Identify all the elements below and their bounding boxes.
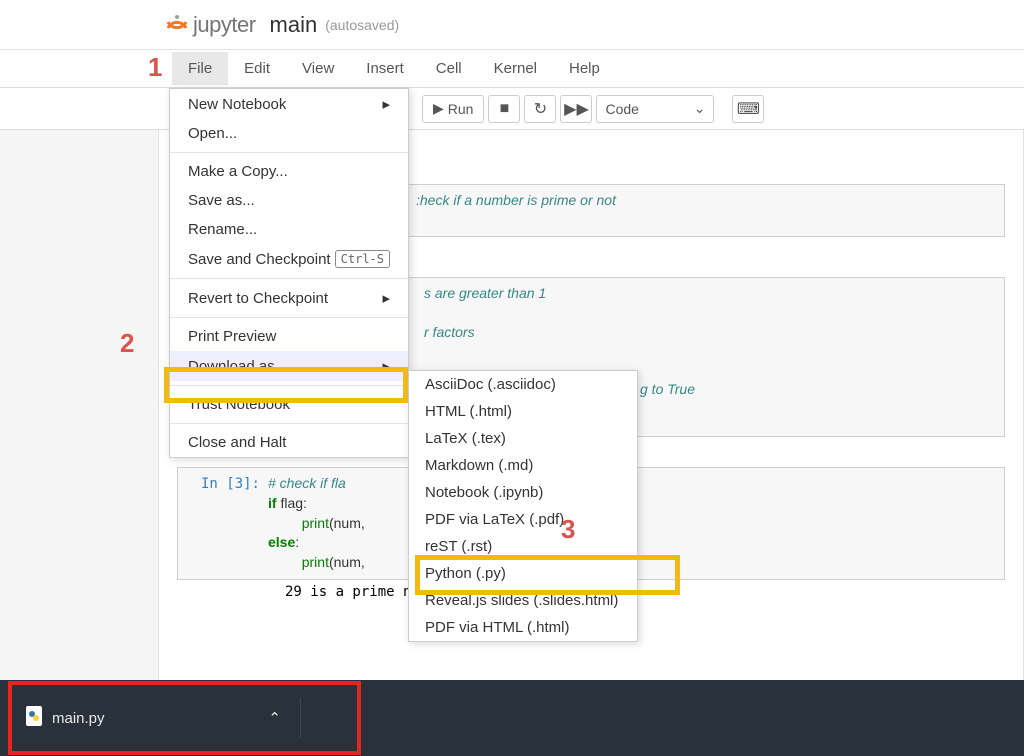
menuitem-download-asciidoc[interactable]: AsciiDoc (.asciidoc)	[409, 371, 637, 398]
run-label: Run	[448, 101, 474, 117]
toolbar: ▶ Run ■ ↻ ▶▶ Code ⌄ ⌨	[0, 88, 1024, 130]
annotation-1: 1	[148, 52, 162, 83]
play-icon: ▶	[433, 100, 444, 117]
chevron-right-icon: ▸	[382, 357, 390, 375]
menuitem-download-pdfhtml[interactable]: PDF via HTML (.html)	[409, 614, 637, 641]
menuitem-download-markdown[interactable]: Markdown (.md)	[409, 452, 637, 479]
separator	[300, 698, 301, 738]
menuitem-save-as[interactable]: Save as...	[170, 186, 408, 215]
menuitem-download-html[interactable]: HTML (.html)	[409, 398, 637, 425]
cell-output: 29 is a prime number	[285, 580, 1005, 604]
menu-help[interactable]: Help	[553, 52, 616, 85]
chevron-down-icon: ⌄	[694, 100, 706, 117]
run-button[interactable]: ▶ Run	[422, 95, 484, 123]
menuitem-revert[interactable]: Revert to Checkpoint▸	[170, 283, 408, 313]
menuitem-download-ipynb[interactable]: Notebook (.ipynb)	[409, 479, 637, 506]
logo-text: jupyter	[193, 12, 256, 38]
logo: jupyter	[165, 12, 256, 38]
stop-icon: ■	[500, 100, 510, 118]
menuitem-download-latex[interactable]: LaTeX (.tex)	[409, 425, 637, 452]
menuitem-rename[interactable]: Rename...	[170, 215, 408, 244]
menu-cell[interactable]: Cell	[420, 52, 478, 85]
autosave-status: (autosaved)	[325, 17, 399, 33]
menu-kernel[interactable]: Kernel	[478, 52, 553, 85]
menuitem-download-as[interactable]: Download as▸	[170, 351, 408, 381]
chevron-right-icon: ▸	[382, 289, 390, 307]
menuitem-download-python[interactable]: Python (.py)	[409, 560, 637, 587]
keyboard-icon: ⌨	[737, 99, 760, 119]
separator	[170, 423, 408, 424]
menuitem-close-halt[interactable]: Close and Halt	[170, 428, 408, 457]
jupyter-icon	[165, 13, 189, 37]
separator	[170, 278, 408, 279]
menu-file[interactable]: File	[172, 52, 228, 85]
menu-insert[interactable]: Insert	[350, 52, 420, 85]
separator	[170, 385, 408, 386]
download-as-submenu: AsciiDoc (.asciidoc) HTML (.html) LaTeX …	[408, 370, 638, 642]
command-palette-button[interactable]: ⌨	[732, 95, 764, 123]
cell-prompt: In [3]:	[178, 474, 268, 573]
taskbar-filename: main.py	[52, 710, 105, 727]
menuitem-download-rst[interactable]: reST (.rst)	[409, 533, 637, 560]
restart-button[interactable]: ↻	[524, 95, 556, 123]
menuitem-print-preview[interactable]: Print Preview	[170, 322, 408, 351]
menuitem-new-notebook[interactable]: New Notebook▸	[170, 89, 408, 119]
annotation-3: 3	[561, 514, 575, 545]
celltype-select[interactable]: Code ⌄	[596, 95, 714, 123]
python-file-icon	[26, 706, 42, 730]
code: # check if fla if flag: print(num, else:…	[268, 474, 365, 573]
annotation-2: 2	[120, 328, 134, 359]
chevron-right-icon: ▸	[382, 95, 390, 113]
menuitem-download-revealjs[interactable]: Reveal.js slides (.slides.html)	[409, 587, 637, 614]
separator	[170, 317, 408, 318]
taskbar: main.py ⌃	[0, 680, 1024, 756]
header: jupyter main (autosaved)	[0, 0, 1024, 50]
shortcut: Ctrl-S	[335, 250, 390, 268]
menuitem-save-checkpoint[interactable]: Save and CheckpointCtrl-S	[170, 244, 408, 274]
file-dropdown: New Notebook▸ Open... Make a Copy... Sav…	[169, 88, 409, 458]
menuitem-trust-notebook[interactable]: Trust Notebook	[170, 390, 408, 419]
fastforward-icon: ▶▶	[564, 99, 589, 119]
notebook-name[interactable]: main	[270, 12, 318, 38]
taskbar-item-download[interactable]: main.py ⌃	[8, 681, 361, 755]
menu-view[interactable]: View	[286, 52, 350, 85]
stop-button[interactable]: ■	[488, 95, 520, 123]
menuitem-download-pdflatex[interactable]: PDF via LaTeX (.pdf)	[409, 506, 637, 533]
fastforward-button[interactable]: ▶▶	[560, 95, 592, 123]
menuitem-make-copy[interactable]: Make a Copy...	[170, 157, 408, 186]
menu-edit[interactable]: Edit	[228, 52, 286, 85]
restart-icon: ↻	[534, 99, 547, 119]
menuitem-open[interactable]: Open...	[170, 119, 408, 148]
separator	[170, 152, 408, 153]
chevron-up-icon: ⌃	[268, 709, 281, 727]
celltype-value: Code	[605, 101, 638, 117]
